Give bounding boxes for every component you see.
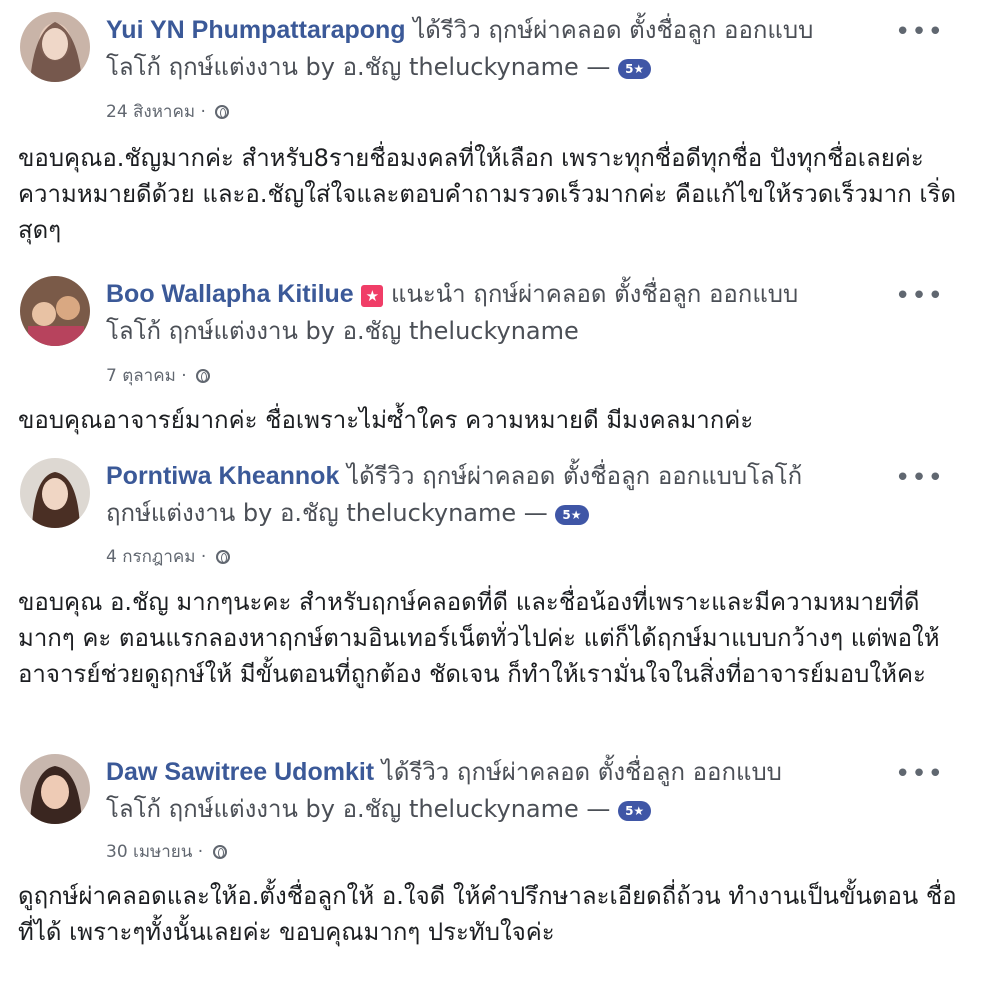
post-date[interactable]: 30 เมษายน · <box>106 838 227 865</box>
review-text: ดูฤกษ์ผ่าคลอดและให้อ.ตั้งชื่อลูกให้ อ.ใจ… <box>18 882 957 946</box>
page-name[interactable]: ฤกษ์ผ่าคลอด ตั้งชื่อลูก ออกแบบ <box>457 758 782 786</box>
avatar[interactable] <box>20 12 90 82</box>
page-name-cont[interactable]: โลโก้ ฤกษ์แต่งงาน by อ.ชัญ theluckyname … <box>106 53 610 81</box>
post-date[interactable]: 7 ตุลาคม · <box>106 362 211 389</box>
date-text[interactable]: 7 ตุลาคม · <box>106 366 187 386</box>
date-text[interactable]: 30 เมษายน · <box>106 842 203 862</box>
globe-icon <box>212 845 227 859</box>
reviewer-name[interactable]: Porntiwa Kheannok <box>106 462 339 490</box>
review-verb: ได้รีวิว <box>381 758 450 786</box>
review-text: ขอบคุณอ.ชัญมากค่ะ สำหรับ8รายชื่อมงคลที่ใ… <box>18 144 957 244</box>
page-name[interactable]: ฤกษ์ผ่าคลอด ตั้งชื่อลูก ออกแบบ <box>473 280 798 308</box>
globe-icon <box>215 550 230 564</box>
review-verb: แนะนำ <box>390 280 466 308</box>
page-name[interactable]: ฤกษ์ผ่าคลอด ตั้งชื่อลูก ออกแบบ <box>488 16 813 44</box>
page-name-cont[interactable]: โลโก้ ฤกษ์แต่งงาน by อ.ชัญ theluckyname <box>106 317 579 345</box>
more-options-icon[interactable]: ••• <box>895 761 944 787</box>
globe-icon <box>215 105 230 119</box>
review-text: ขอบคุณ อ.ชัญ มากๆนะคะ สำหรับฤกษ์คลอดที่ด… <box>18 588 940 688</box>
review-header: Boo Wallapha Kitilue ★ แนะนำ ฤกษ์ผ่าคลอด… <box>106 276 906 350</box>
review-header: Porntiwa Kheannok ได้รีวิว ฤกษ์ผ่าคลอด ต… <box>106 458 906 532</box>
more-options-icon[interactable]: ••• <box>895 19 944 45</box>
more-options-icon[interactable]: ••• <box>895 283 944 309</box>
rating-badge: 5★ <box>618 59 652 79</box>
more-options-icon[interactable]: ••• <box>895 465 944 491</box>
review-verb: ได้รีวิว <box>413 16 481 44</box>
recommend-icon: ★ <box>361 285 384 307</box>
rating-badge: 5★ <box>555 505 589 525</box>
page-name-cont[interactable]: โลโก้ ฤกษ์แต่งงาน by อ.ชัญ theluckyname … <box>106 795 610 823</box>
reviewer-name[interactable]: Boo Wallapha Kitilue <box>106 280 354 308</box>
avatar[interactable] <box>20 276 90 346</box>
date-text[interactable]: 24 สิงหาคม · <box>106 102 206 122</box>
review-text: ขอบคุณอาจารย์มากค่ะ ชื่อเพราะไม่ซ้ำใคร ค… <box>18 406 754 434</box>
review-verb: ได้รีวิว <box>347 462 415 490</box>
page-name[interactable]: ฤกษ์ผ่าคลอด ตั้งชื่อลูก ออกแบบโลโก้ <box>422 462 802 490</box>
reviewer-name[interactable]: Yui YN Phumpattarapong <box>106 16 406 44</box>
page-name-cont[interactable]: ฤกษ์แต่งงาน by อ.ชัญ theluckyname — <box>106 499 548 527</box>
globe-icon <box>196 369 211 383</box>
date-text[interactable]: 4 กรกฎาคม · <box>106 547 206 567</box>
post-date[interactable]: 4 กรกฎาคม · <box>106 543 230 570</box>
review-header: Yui YN Phumpattarapong ได้รีวิว ฤกษ์ผ่าค… <box>106 12 906 86</box>
rating-badge: 5★ <box>618 801 652 821</box>
avatar[interactable] <box>20 754 90 824</box>
reviewer-name[interactable]: Daw Sawitree Udomkit <box>106 758 374 786</box>
avatar[interactable] <box>20 458 90 528</box>
review-header: Daw Sawitree Udomkit ได้รีวิว ฤกษ์ผ่าคลอ… <box>106 754 906 828</box>
post-date[interactable]: 24 สิงหาคม · <box>106 98 230 125</box>
